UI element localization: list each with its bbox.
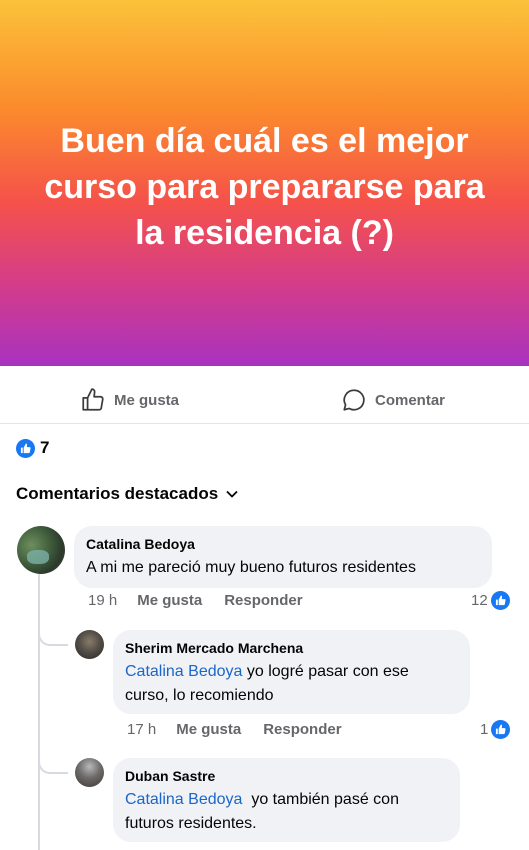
reply-author[interactable]: Duban Sastre: [125, 767, 448, 785]
comment-like-count[interactable]: 12: [471, 591, 510, 610]
like-button[interactable]: Me gusta: [80, 386, 179, 414]
reply-text: Catalina Bedoya yo logré pasar con ese cu…: [125, 663, 409, 704]
comment-meta: 19 h Me gusta Responder: [88, 592, 325, 609]
avatar[interactable]: [75, 758, 104, 787]
comment-button[interactable]: Comentar: [341, 386, 445, 414]
thread-line: [38, 574, 40, 850]
like-reaction-icon: [491, 720, 511, 739]
chevron-down-icon: [226, 490, 238, 498]
comment-bubble: Catalina Bedoya A mi me pareció muy buen…: [74, 526, 492, 588]
post-text: Buen día cuál es el mejor curso para pre…: [44, 122, 485, 252]
comment-like-link[interactable]: Me gusta: [137, 592, 202, 609]
like-reaction-icon: [16, 438, 35, 458]
mention-link[interactable]: Catalina Bedoya: [125, 663, 242, 680]
reply-bubble: Sherim Mercado Marchena Catalina Bedoya …: [113, 630, 470, 714]
comment-like-number: 12: [471, 592, 488, 609]
post-action-bar: Me gusta Comentar: [0, 376, 529, 424]
like-reaction-icon: [490, 591, 510, 610]
reply-time[interactable]: 17 h: [127, 721, 156, 738]
reply-like-count[interactable]: 1: [480, 720, 511, 739]
comment-text: A mi me pareció muy bueno futuros reside…: [86, 559, 416, 576]
reply-reply-link[interactable]: Responder: [263, 721, 341, 738]
reply-meta: 17 h Me gusta Responder: [127, 721, 364, 738]
comment-author[interactable]: Catalina Bedoya: [86, 535, 480, 553]
mention-link[interactable]: Catalina Bedoya: [125, 791, 242, 808]
comments-filter-dropdown[interactable]: Comentarios destacados: [16, 484, 238, 504]
reaction-count: 7: [40, 438, 50, 457]
comments-filter-label: Comentarios destacados: [16, 484, 219, 503]
comment-button-label: Comentar: [375, 391, 446, 409]
post-background: Buen día cuál es el mejor curso para pre…: [0, 0, 529, 366]
thread-branch: [38, 758, 68, 774]
comment-reply-link[interactable]: Responder: [224, 592, 302, 609]
thread-branch: [38, 630, 68, 646]
like-button-label: Me gusta: [114, 391, 180, 409]
reply-bubble: Duban Sastre Catalina Bedoya yo también …: [113, 758, 460, 842]
thumbs-up-icon: [82, 388, 104, 411]
reply-like-number: 1: [480, 721, 489, 738]
reply-like-link[interactable]: Me gusta: [176, 721, 241, 738]
reply-text: Catalina Bedoya yo también pasé con futur…: [125, 791, 399, 832]
reply-author[interactable]: Sherim Mercado Marchena: [125, 639, 458, 657]
comment-icon: [343, 389, 365, 411]
avatar[interactable]: [17, 526, 65, 574]
reaction-summary[interactable]: 7: [16, 438, 49, 458]
avatar[interactable]: [75, 630, 104, 659]
comment-time[interactable]: 19 h: [88, 592, 117, 609]
